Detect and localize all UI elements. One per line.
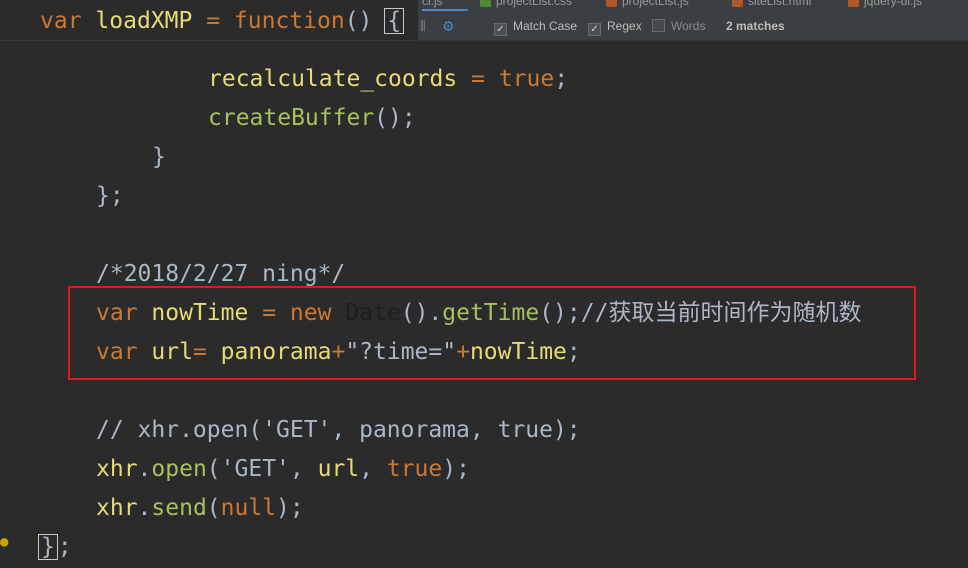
- words-checkbox[interactable]: Words: [652, 18, 705, 34]
- filter-icon[interactable]: ⫼: [420, 18, 426, 34]
- highlight-annotation-box: [68, 286, 916, 380]
- matched-brace: }: [38, 534, 58, 560]
- css-file-icon: [480, 0, 491, 8]
- match-count: 2 matches: [726, 19, 785, 33]
- code-line-function-header: var loadXMP = function() {: [40, 6, 405, 36]
- js-file-icon: [848, 0, 859, 8]
- editor-tabs: ci.js projectList.css projectList.js sit…: [418, 0, 968, 11]
- html-file-icon: [732, 0, 743, 8]
- code-line: recalculate_coords = true;: [208, 66, 569, 92]
- checkbox-unchecked-icon: [652, 19, 665, 32]
- code-line-closing: };: [38, 532, 72, 562]
- checkbox-checked-icon: ✓: [588, 23, 601, 36]
- tab-sitelist-html[interactable]: siteList.html: [732, 0, 811, 10]
- regex-checkbox[interactable]: ✓ Regex: [588, 18, 642, 36]
- gear-icon[interactable]: ⚙: [442, 18, 455, 34]
- tab-projectlist-js[interactable]: projectList.js: [606, 0, 689, 10]
- tab-ci-js[interactable]: ci.js: [422, 0, 443, 10]
- code-line: };: [96, 183, 124, 209]
- code-line: createBuffer();: [208, 105, 416, 131]
- code-comment: // xhr.open('GET', panorama, true);: [96, 417, 581, 443]
- breakpoint-marker-icon[interactable]: ●: [0, 534, 8, 550]
- js-file-icon: [606, 0, 617, 8]
- matched-brace: {: [384, 8, 405, 34]
- code-line: xhr.send(null);: [96, 495, 304, 521]
- code-line: }: [152, 144, 166, 170]
- code-comment: /*2018/2/27 ning*/: [96, 261, 346, 287]
- checkbox-checked-icon: ✓: [494, 23, 507, 36]
- code-line: xhr.open('GET', url, true);: [96, 456, 470, 482]
- tab-projectlist-css[interactable]: projectList.css: [480, 0, 572, 10]
- tab-jquery-ui-js[interactable]: jquery-ui.js: [848, 0, 922, 10]
- find-bar: ci.js projectList.css projectList.js sit…: [418, 0, 968, 41]
- match-case-checkbox[interactable]: ✓ Match Case: [494, 18, 577, 36]
- find-options-row: ⫼ ⚙ ✓ Match Case ✓ Regex Words 2 matches: [418, 14, 968, 38]
